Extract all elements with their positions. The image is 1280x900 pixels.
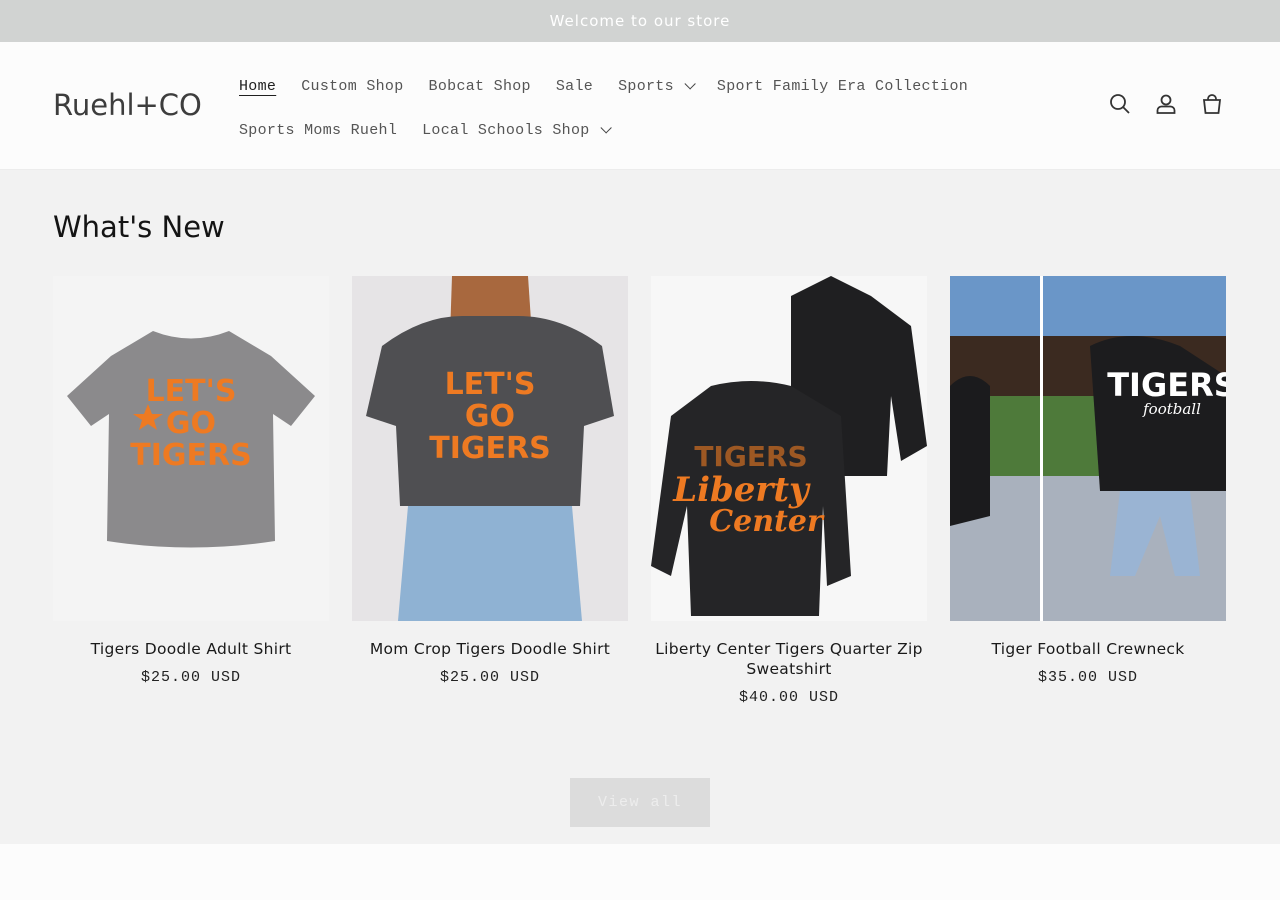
product-image-text: GO bbox=[465, 399, 515, 434]
product-card[interactable]: LET'S GO TIGERS Mom Crop Tigers Doodle S… bbox=[352, 276, 628, 706]
product-title[interactable]: Mom Crop Tigers Doodle Shirt bbox=[352, 639, 628, 659]
nav-row-2: Sports Moms Ruehl Local Schools Shop bbox=[239, 108, 959, 152]
nav-item-local-schools-label: Local Schools Shop bbox=[422, 121, 590, 139]
product-image[interactable]: TIGERS Liberty Center bbox=[651, 276, 927, 621]
product-image-text: TIGERS bbox=[1107, 366, 1226, 404]
product-price: $40.00 USD bbox=[738, 689, 839, 706]
nav-row-1: Home Custom Shop Bobcat Shop Sale Sports… bbox=[239, 64, 968, 108]
product-card[interactable]: TIGERS football Tiger Football Crewneck … bbox=[950, 276, 1226, 706]
product-title[interactable]: Tigers Doodle Adult Shirt bbox=[53, 639, 329, 659]
product-image-text: Center bbox=[709, 504, 825, 539]
header-icons bbox=[1108, 92, 1224, 116]
product-image[interactable]: LET'S GO TIGERS bbox=[53, 276, 329, 621]
page-footer-area bbox=[0, 844, 1280, 900]
site-header: Ruehl+CO Home Custom Shop Bobcat Shop Sa… bbox=[0, 42, 1280, 170]
nav-item-custom-shop[interactable]: Custom Shop bbox=[301, 78, 403, 95]
product-image-text: LET'S bbox=[146, 374, 237, 409]
product-image-text: GO bbox=[166, 406, 216, 441]
product-image-text: LET'S bbox=[445, 367, 536, 402]
product-image-text: TIGERS bbox=[694, 440, 807, 473]
store-logo[interactable]: Ruehl+CO bbox=[53, 88, 202, 122]
product-price: $25.00 USD bbox=[140, 669, 241, 686]
product-image-text: football bbox=[1142, 400, 1201, 418]
product-price: $35.00 USD bbox=[1037, 669, 1138, 686]
nav-item-bobcat-shop[interactable]: Bobcat Shop bbox=[429, 78, 531, 95]
product-image-text: TIGERS bbox=[429, 431, 550, 466]
nav-item-sports-label: Sports bbox=[618, 77, 674, 95]
view-all-button[interactable]: View all bbox=[570, 778, 710, 827]
product-title[interactable]: Liberty Center Tigers Quarter Zip Sweats… bbox=[651, 639, 927, 679]
nav-item-sport-family-era[interactable]: Sport Family Era Collection bbox=[717, 78, 968, 95]
nav-item-home[interactable]: Home bbox=[239, 78, 276, 95]
nav-item-local-schools-shop[interactable]: Local Schools Shop bbox=[422, 121, 612, 139]
search-icon[interactable] bbox=[1108, 92, 1132, 116]
product-image[interactable]: TIGERS football bbox=[950, 276, 1226, 621]
chevron-down-icon bbox=[684, 78, 696, 90]
cart-icon[interactable] bbox=[1200, 92, 1224, 116]
featured-collection: What's New LET'S GO TIGERS Tigers Doodle… bbox=[0, 170, 1280, 844]
section-title: What's New bbox=[53, 210, 225, 244]
announcement-text: Welcome to our store bbox=[549, 12, 731, 30]
product-image-text: TIGERS bbox=[130, 438, 251, 473]
nav-item-sale[interactable]: Sale bbox=[556, 78, 593, 95]
product-card[interactable]: TIGERS Liberty Center Liberty Center Tig… bbox=[651, 276, 927, 706]
product-image[interactable]: LET'S GO TIGERS bbox=[352, 276, 628, 621]
account-icon[interactable] bbox=[1154, 92, 1178, 116]
nav-item-sports-moms-ruehl[interactable]: Sports Moms Ruehl bbox=[239, 122, 397, 139]
product-title[interactable]: Tiger Football Crewneck bbox=[950, 639, 1226, 659]
main-navigation: Home Custom Shop Bobcat Shop Sale Sports… bbox=[239, 64, 968, 152]
chevron-down-icon bbox=[600, 122, 612, 134]
product-card[interactable]: LET'S GO TIGERS Tigers Doodle Adult Shir… bbox=[53, 276, 329, 706]
product-grid: LET'S GO TIGERS Tigers Doodle Adult Shir… bbox=[53, 276, 1226, 706]
nav-item-sports[interactable]: Sports bbox=[618, 77, 696, 95]
product-price: $25.00 USD bbox=[439, 669, 540, 686]
announcement-bar: Welcome to our store bbox=[0, 0, 1280, 42]
